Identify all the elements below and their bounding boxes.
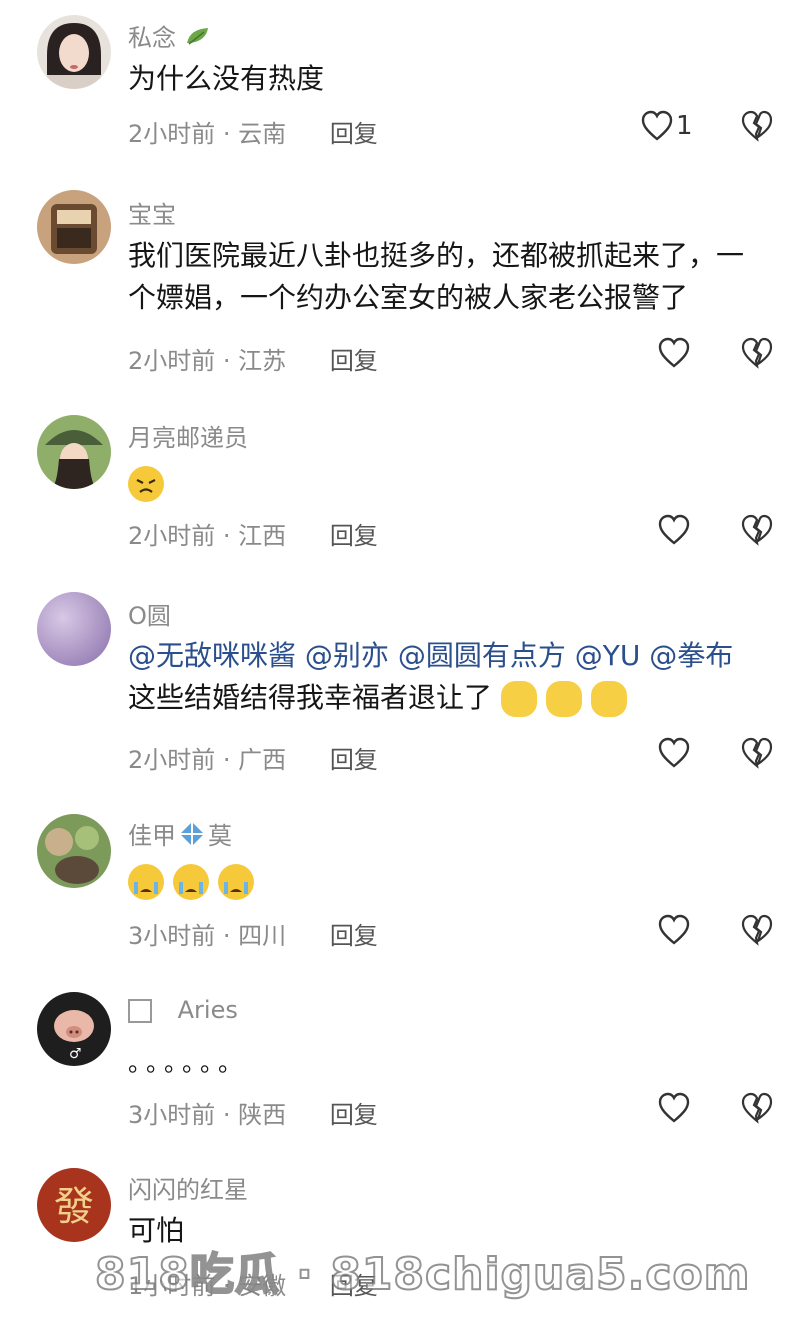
broken-heart-icon bbox=[741, 110, 773, 142]
avatar[interactable] bbox=[37, 814, 111, 888]
dislike-button[interactable] bbox=[740, 337, 774, 373]
heart-outline-icon bbox=[658, 514, 690, 545]
mention-link[interactable]: @别亦 bbox=[305, 639, 389, 672]
broken-heart-icon bbox=[741, 337, 773, 369]
dislike-button[interactable] bbox=[740, 514, 774, 550]
avatar[interactable] bbox=[37, 190, 111, 264]
comment-text bbox=[128, 860, 760, 902]
broken-heart-icon bbox=[741, 514, 773, 546]
comment-meta: 2小时前 · 江西 回复 bbox=[128, 522, 378, 550]
avatar[interactable]: ♂ bbox=[37, 992, 111, 1066]
heart-outline-icon bbox=[658, 737, 690, 768]
username[interactable]: 闪闪的红星 bbox=[128, 1170, 248, 1205]
broken-heart-icon bbox=[741, 737, 773, 769]
like-button[interactable]: 1 bbox=[640, 110, 693, 142]
comment-meta: 3小时前 · 四川 回复 bbox=[128, 922, 378, 950]
avatar[interactable] bbox=[37, 592, 111, 666]
comment-meta: 2小时前 · 云南 回复 bbox=[128, 120, 378, 148]
reply-button[interactable]: 回复 bbox=[330, 522, 378, 550]
diamond-badge-icon bbox=[178, 820, 206, 854]
comment-text: 为什么没有热度 bbox=[128, 62, 325, 95]
clapping-hands-emoji bbox=[500, 681, 537, 717]
comment-item: O圆 @无敌咪咪酱 @别亦 @圆圆有点方 @YU @拳布 这些结婚结得我幸福者退… bbox=[0, 580, 800, 800]
comment-meta: 2小时前 · 江苏 回复 bbox=[128, 347, 378, 375]
reply-button[interactable]: 回复 bbox=[330, 746, 378, 774]
watermark-text: 818吃瓜 · 818chigua5.com bbox=[94, 1248, 751, 1301]
mention-link[interactable]: @无敌咪咪酱 bbox=[128, 639, 296, 672]
reply-button[interactable]: 回复 bbox=[330, 120, 378, 148]
reply-button[interactable]: 回复 bbox=[330, 347, 378, 375]
svg-text:發: 發 bbox=[54, 1184, 94, 1230]
clapping-hands-emoji bbox=[590, 681, 627, 717]
dislike-button[interactable] bbox=[740, 914, 774, 950]
comment-text: 我们医院最近八卦也挺多的，还都被抓起来了，一个嫖娼，一个约办公室女的被人家老公报… bbox=[128, 239, 745, 314]
angry-face-emoji bbox=[128, 466, 164, 502]
username[interactable]: 私念 bbox=[128, 18, 212, 53]
avatar[interactable] bbox=[37, 15, 111, 89]
dislike-button[interactable] bbox=[740, 1092, 774, 1128]
crying-face-emoji bbox=[128, 864, 164, 900]
comment-item: 月亮邮递员 2小时前 · 江西 回复 bbox=[0, 400, 800, 580]
mention-link[interactable]: @YU bbox=[575, 639, 641, 672]
username[interactable]: O圆 bbox=[128, 596, 171, 631]
dislike-button[interactable] bbox=[740, 737, 774, 773]
heart-outline-icon bbox=[658, 914, 690, 945]
broken-heart-icon bbox=[741, 914, 773, 946]
avatar[interactable]: 發 bbox=[37, 1168, 111, 1242]
avatar[interactable] bbox=[37, 415, 111, 489]
mention-link[interactable]: @圆圆有点方 bbox=[398, 639, 566, 672]
comment-text bbox=[128, 462, 760, 504]
username[interactable]: Aries bbox=[128, 996, 238, 1024]
comment-item: 宝宝 我们医院最近八卦也挺多的，还都被抓起来了，一个嫖娼，一个约办公室女的被人家… bbox=[0, 180, 800, 400]
broken-heart-icon bbox=[741, 1092, 773, 1124]
heart-outline-icon bbox=[641, 110, 673, 141]
crying-face-emoji bbox=[172, 864, 209, 900]
comment-text: @无敌咪咪酱 @别亦 @圆圆有点方 @YU @拳布 这些结婚结得我幸福者退让了 bbox=[128, 635, 768, 719]
svg-text:♂: ♂ bbox=[69, 1046, 82, 1062]
like-button[interactable] bbox=[657, 514, 691, 546]
username[interactable]: 佳甲 莫 bbox=[128, 816, 232, 854]
crying-face-emoji bbox=[217, 864, 254, 900]
reply-button[interactable]: 回复 bbox=[330, 922, 378, 950]
heart-outline-icon bbox=[658, 337, 690, 368]
reply-button[interactable]: 回复 bbox=[330, 1101, 378, 1129]
checkbox-icon bbox=[128, 999, 152, 1023]
like-button[interactable] bbox=[657, 914, 691, 946]
like-button[interactable] bbox=[657, 1092, 691, 1124]
comment-item: 佳甲 莫 3小时前 · 四川 回复 bbox=[0, 800, 800, 980]
like-button[interactable] bbox=[657, 737, 691, 769]
clapping-hands-emoji bbox=[545, 681, 582, 717]
comment-meta: 2小时前 · 广西 回复 bbox=[128, 746, 378, 774]
mention-link[interactable]: @拳布 bbox=[649, 639, 733, 672]
like-button[interactable] bbox=[657, 337, 691, 369]
comment-item: 私念 为什么没有热度 2小时前 · 云南 回复 1 bbox=[0, 0, 800, 180]
heart-outline-icon bbox=[658, 1092, 690, 1123]
comment-item: ♂ Aries 。。。。。。 3小时前 · 陕西 回复 bbox=[0, 980, 800, 1160]
username[interactable]: 月亮邮递员 bbox=[128, 418, 248, 453]
leaf-icon bbox=[184, 25, 212, 53]
dislike-button[interactable] bbox=[740, 110, 774, 146]
comment-text: 。。。。。。 bbox=[128, 1049, 248, 1077]
username[interactable]: 宝宝 bbox=[128, 195, 176, 230]
comment-meta: 3小时前 · 陕西 回复 bbox=[128, 1101, 378, 1129]
like-count: 1 bbox=[676, 111, 693, 141]
